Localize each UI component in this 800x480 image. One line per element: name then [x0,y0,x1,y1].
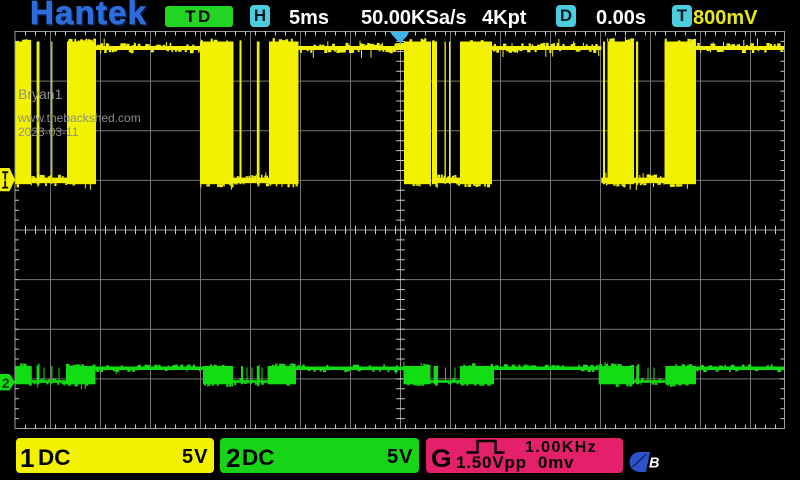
svg-text:2: 2 [2,376,10,391]
svg-text:B: B [649,456,659,472]
